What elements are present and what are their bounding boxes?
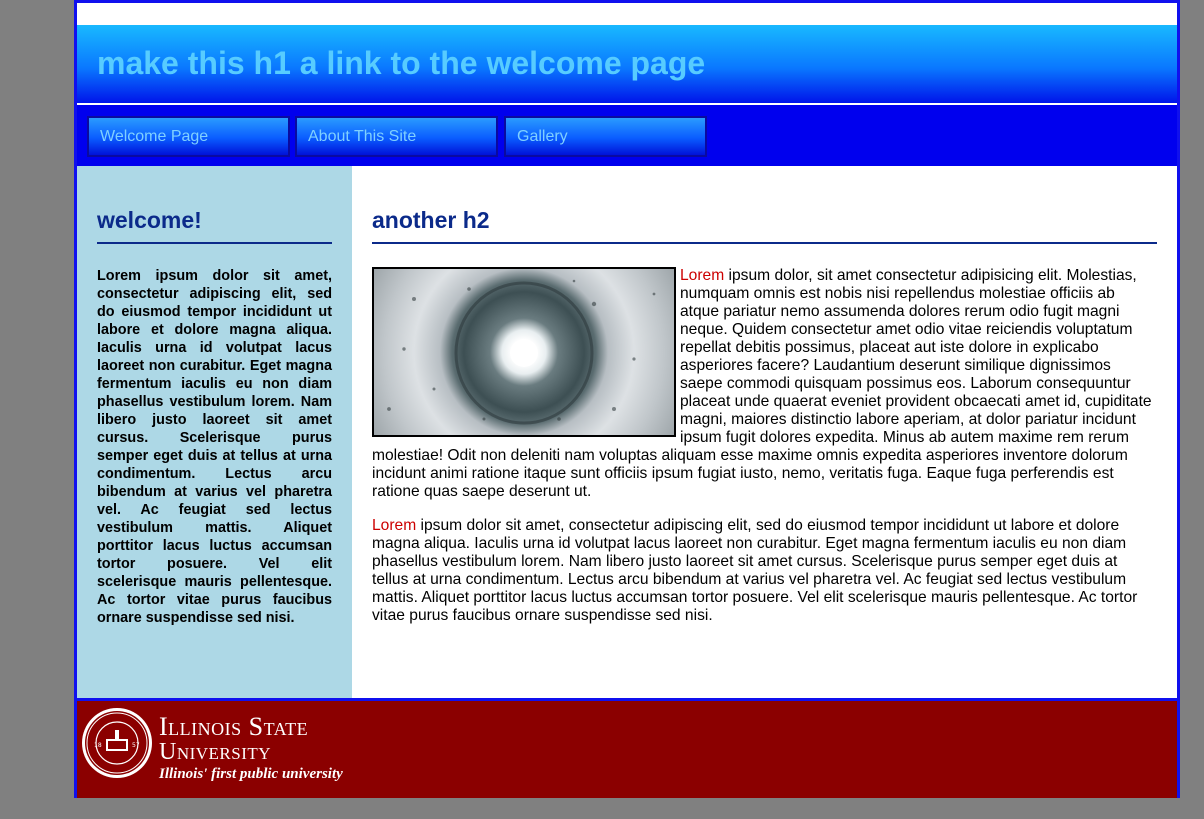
university-tagline: Illinois' first public university	[159, 766, 343, 782]
seal-year-right: 57	[132, 742, 140, 749]
sidebar-text: Lorem ipsum dolor sit amet, consectetur …	[97, 268, 332, 626]
site-header: make this h1 a link to the welcome page	[77, 25, 1177, 105]
sidebar-heading: welcome!	[97, 207, 332, 244]
nav-about-this-site[interactable]: About This Site	[295, 116, 498, 157]
seal-year-left: 18	[94, 742, 102, 749]
main-content: another h2 Lorem ipsum dolor, sit amet c…	[352, 166, 1177, 698]
hero-image	[372, 267, 676, 437]
sidebar: welcome! Lorem ipsum dolor sit amet, con…	[77, 166, 352, 698]
main-body: Lorem ipsum dolor, sit amet consectetur …	[372, 267, 1157, 641]
university-name-line1: Illinois State	[159, 712, 309, 741]
page-wrapper: make this h1 a link to the welcome page …	[74, 0, 1180, 798]
university-wordmark[interactable]: Illinois State University Illinois' firs…	[159, 714, 343, 783]
paragraph-2: Lorem ipsum dolor sit amet, consectetur …	[372, 517, 1157, 625]
page-title: make this h1 a link to the welcome page	[97, 45, 705, 82]
university-seal-icon: 18 57	[82, 708, 152, 778]
paragraph-2-text: ipsum dolor sit amet, consectetur adipis…	[372, 517, 1138, 624]
university-name-line2: University	[159, 739, 272, 765]
page-title-link[interactable]: make this h1 a link to the welcome page	[97, 45, 705, 81]
paragraph-1-lead: Lorem	[680, 267, 725, 284]
paragraph-1: Lorem ipsum dolor, sit amet consectetur …	[372, 267, 1157, 501]
site-footer: 18 57 Illinois State University Illinois…	[77, 698, 1177, 798]
nav-welcome-page[interactable]: Welcome Page	[87, 116, 290, 157]
photo-graphic	[387, 279, 656, 425]
main-nav: Welcome Page About This Site Gallery	[77, 105, 1177, 166]
paragraph-2-lead: Lorem	[372, 517, 417, 534]
nav-gallery[interactable]: Gallery	[504, 116, 707, 157]
main-heading: another h2	[372, 207, 1157, 244]
top-strip	[77, 3, 1177, 25]
